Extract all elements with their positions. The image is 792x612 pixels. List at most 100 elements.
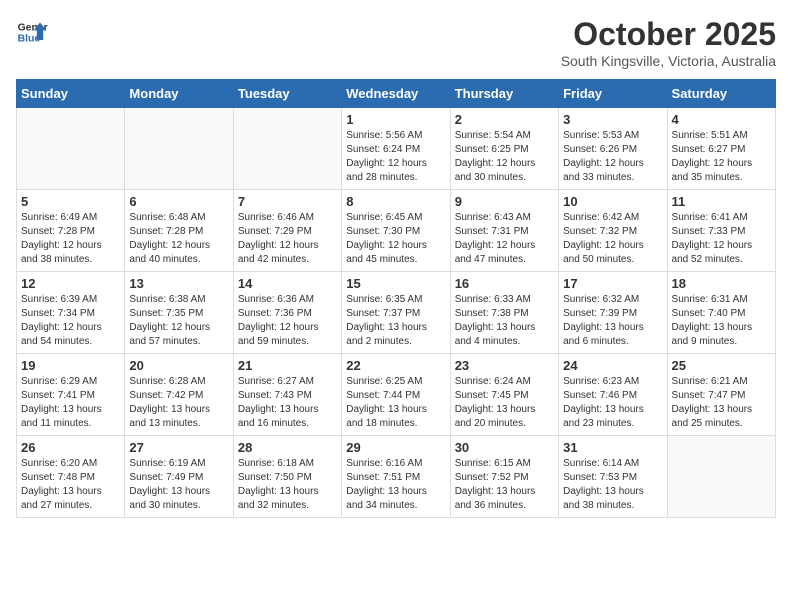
day-number: 10 xyxy=(563,194,662,209)
day-info: Sunrise: 6:49 AM Sunset: 7:28 PM Dayligh… xyxy=(21,211,120,267)
calendar-cell: 10 Sunrise: 6:42 AM Sunset: 7:32 PM Dayli… xyxy=(559,190,667,272)
day-number: 31 xyxy=(563,440,662,455)
day-info: Sunrise: 6:35 AM Sunset: 7:37 PM Dayligh… xyxy=(346,293,445,349)
location-subtitle: South Kingsville, Victoria, Australia xyxy=(561,53,776,69)
calendar-cell: 2 Sunrise: 5:54 AM Sunset: 6:25 PM Daylig… xyxy=(450,108,558,190)
day-number: 27 xyxy=(129,440,228,455)
calendar-cell: 13Sunrise: 6:38 AM Sunset: 7:35 PM Dayli… xyxy=(125,272,233,354)
day-info: Sunrise: 6:28 AM Sunset: 7:42 PM Dayligh… xyxy=(129,375,228,431)
calendar-cell: 26 Sunrise: 6:20 AM Sunset: 7:48 PM Dayli… xyxy=(17,436,125,518)
day-number: 19 xyxy=(21,358,120,373)
day-number: 30 xyxy=(455,440,554,455)
day-number: 1 xyxy=(346,112,445,127)
month-title: October 2025 xyxy=(561,16,776,53)
day-info: Sunrise: 5:53 AM Sunset: 6:26 PM Dayligh… xyxy=(563,129,662,185)
day-number: 26 xyxy=(21,440,120,455)
day-number: 29 xyxy=(346,440,445,455)
calendar-cell xyxy=(125,108,233,190)
calendar-cell: 3 Sunrise: 5:53 AM Sunset: 6:26 PM Daylig… xyxy=(559,108,667,190)
calendar-cell: 19 Sunrise: 6:29 AM Sunset: 7:41 PM Dayli… xyxy=(17,354,125,436)
day-number: 24 xyxy=(563,358,662,373)
day-info: Sunrise: 6:15 AM Sunset: 7:52 PM Dayligh… xyxy=(455,457,554,513)
day-info: Sunrise: 6:43 AM Sunset: 7:31 PM Dayligh… xyxy=(455,211,554,267)
calendar-cell xyxy=(667,436,775,518)
day-info: Sunrise: 6:31 AM Sunset: 7:40 PM Dayligh… xyxy=(672,293,771,349)
calendar-cell: 8 Sunrise: 6:45 AM Sunset: 7:30 PM Daylig… xyxy=(342,190,450,272)
day-number: 21 xyxy=(238,358,337,373)
page-header: General Blue October 2025 South Kingsvil… xyxy=(16,16,776,69)
calendar-cell: 22 Sunrise: 6:25 AM Sunset: 7:44 PM Dayli… xyxy=(342,354,450,436)
week-row-3: 12Sunrise: 6:39 AM Sunset: 7:34 PM Dayli… xyxy=(17,272,776,354)
day-number: 15 xyxy=(346,276,445,291)
day-info: Sunrise: 5:56 AM Sunset: 6:24 PM Dayligh… xyxy=(346,129,445,185)
day-number: 17 xyxy=(563,276,662,291)
calendar-cell: 29 Sunrise: 6:16 AM Sunset: 7:51 PM Dayli… xyxy=(342,436,450,518)
day-number: 2 xyxy=(455,112,554,127)
day-number: 11 xyxy=(672,194,771,209)
day-info: Sunrise: 6:48 AM Sunset: 7:28 PM Dayligh… xyxy=(129,211,228,267)
day-header-friday: Friday xyxy=(559,80,667,108)
calendar-cell: 25Sunrise: 6:21 AM Sunset: 7:47 PM Dayli… xyxy=(667,354,775,436)
calendar-cell: 6Sunrise: 6:48 AM Sunset: 7:28 PM Daylig… xyxy=(125,190,233,272)
day-number: 3 xyxy=(563,112,662,127)
day-number: 12 xyxy=(21,276,120,291)
day-info: Sunrise: 5:51 AM Sunset: 6:27 PM Dayligh… xyxy=(672,129,771,185)
calendar-table: SundayMondayTuesdayWednesdayThursdayFrid… xyxy=(16,79,776,518)
calendar-cell: 20 Sunrise: 6:28 AM Sunset: 7:42 PM Dayli… xyxy=(125,354,233,436)
calendar-cell: 30 Sunrise: 6:15 AM Sunset: 7:52 PM Dayli… xyxy=(450,436,558,518)
day-info: Sunrise: 6:45 AM Sunset: 7:30 PM Dayligh… xyxy=(346,211,445,267)
day-info: Sunrise: 6:46 AM Sunset: 7:29 PM Dayligh… xyxy=(238,211,337,267)
week-row-1: 1 Sunrise: 5:56 AM Sunset: 6:24 PM Daylig… xyxy=(17,108,776,190)
day-info: Sunrise: 6:42 AM Sunset: 7:32 PM Dayligh… xyxy=(563,211,662,267)
day-info: Sunrise: 6:14 AM Sunset: 7:53 PM Dayligh… xyxy=(563,457,662,513)
calendar-cell xyxy=(233,108,341,190)
week-row-5: 26 Sunrise: 6:20 AM Sunset: 7:48 PM Dayli… xyxy=(17,436,776,518)
calendar-cell: 11Sunrise: 6:41 AM Sunset: 7:33 PM Dayli… xyxy=(667,190,775,272)
calendar-cell: 31 Sunrise: 6:14 AM Sunset: 7:53 PM Dayli… xyxy=(559,436,667,518)
calendar-cell: 16Sunrise: 6:33 AM Sunset: 7:38 PM Dayli… xyxy=(450,272,558,354)
day-info: Sunrise: 6:25 AM Sunset: 7:44 PM Dayligh… xyxy=(346,375,445,431)
calendar-cell: 14 Sunrise: 6:36 AM Sunset: 7:36 PM Dayli… xyxy=(233,272,341,354)
calendar-cell: 15 Sunrise: 6:35 AM Sunset: 7:37 PM Dayli… xyxy=(342,272,450,354)
calendar-cell: 12Sunrise: 6:39 AM Sunset: 7:34 PM Dayli… xyxy=(17,272,125,354)
calendar-cell: 28 Sunrise: 6:18 AM Sunset: 7:50 PM Dayli… xyxy=(233,436,341,518)
logo-icon: General Blue xyxy=(16,16,48,48)
day-number: 28 xyxy=(238,440,337,455)
day-number: 8 xyxy=(346,194,445,209)
day-info: Sunrise: 6:32 AM Sunset: 7:39 PM Dayligh… xyxy=(563,293,662,349)
day-number: 7 xyxy=(238,194,337,209)
day-info: Sunrise: 6:36 AM Sunset: 7:36 PM Dayligh… xyxy=(238,293,337,349)
day-number: 9 xyxy=(455,194,554,209)
day-number: 18 xyxy=(672,276,771,291)
calendar-cell: 1 Sunrise: 5:56 AM Sunset: 6:24 PM Daylig… xyxy=(342,108,450,190)
calendar-cell: 7 Sunrise: 6:46 AM Sunset: 7:29 PM Daylig… xyxy=(233,190,341,272)
week-row-2: 5 Sunrise: 6:49 AM Sunset: 7:28 PM Daylig… xyxy=(17,190,776,272)
day-info: Sunrise: 5:54 AM Sunset: 6:25 PM Dayligh… xyxy=(455,129,554,185)
day-info: Sunrise: 6:23 AM Sunset: 7:46 PM Dayligh… xyxy=(563,375,662,431)
day-info: Sunrise: 6:29 AM Sunset: 7:41 PM Dayligh… xyxy=(21,375,120,431)
day-info: Sunrise: 6:18 AM Sunset: 7:50 PM Dayligh… xyxy=(238,457,337,513)
day-number: 22 xyxy=(346,358,445,373)
day-info: Sunrise: 6:16 AM Sunset: 7:51 PM Dayligh… xyxy=(346,457,445,513)
calendar-cell xyxy=(17,108,125,190)
calendar-cell: 5 Sunrise: 6:49 AM Sunset: 7:28 PM Daylig… xyxy=(17,190,125,272)
day-header-sunday: Sunday xyxy=(17,80,125,108)
logo: General Blue xyxy=(16,16,48,48)
calendar-cell: 21Sunrise: 6:27 AM Sunset: 7:43 PM Dayli… xyxy=(233,354,341,436)
calendar-cell: 23Sunrise: 6:24 AM Sunset: 7:45 PM Dayli… xyxy=(450,354,558,436)
day-info: Sunrise: 6:21 AM Sunset: 7:47 PM Dayligh… xyxy=(672,375,771,431)
day-number: 20 xyxy=(129,358,228,373)
day-number: 16 xyxy=(455,276,554,291)
day-info: Sunrise: 6:20 AM Sunset: 7:48 PM Dayligh… xyxy=(21,457,120,513)
day-info: Sunrise: 6:38 AM Sunset: 7:35 PM Dayligh… xyxy=(129,293,228,349)
day-header-thursday: Thursday xyxy=(450,80,558,108)
day-number: 5 xyxy=(21,194,120,209)
day-header-tuesday: Tuesday xyxy=(233,80,341,108)
day-number: 14 xyxy=(238,276,337,291)
calendar-cell: 9 Sunrise: 6:43 AM Sunset: 7:31 PM Daylig… xyxy=(450,190,558,272)
day-header-row: SundayMondayTuesdayWednesdayThursdayFrid… xyxy=(17,80,776,108)
calendar-cell: 17 Sunrise: 6:32 AM Sunset: 7:39 PM Dayli… xyxy=(559,272,667,354)
day-header-wednesday: Wednesday xyxy=(342,80,450,108)
calendar-cell: 18 Sunrise: 6:31 AM Sunset: 7:40 PM Dayli… xyxy=(667,272,775,354)
day-number: 23 xyxy=(455,358,554,373)
